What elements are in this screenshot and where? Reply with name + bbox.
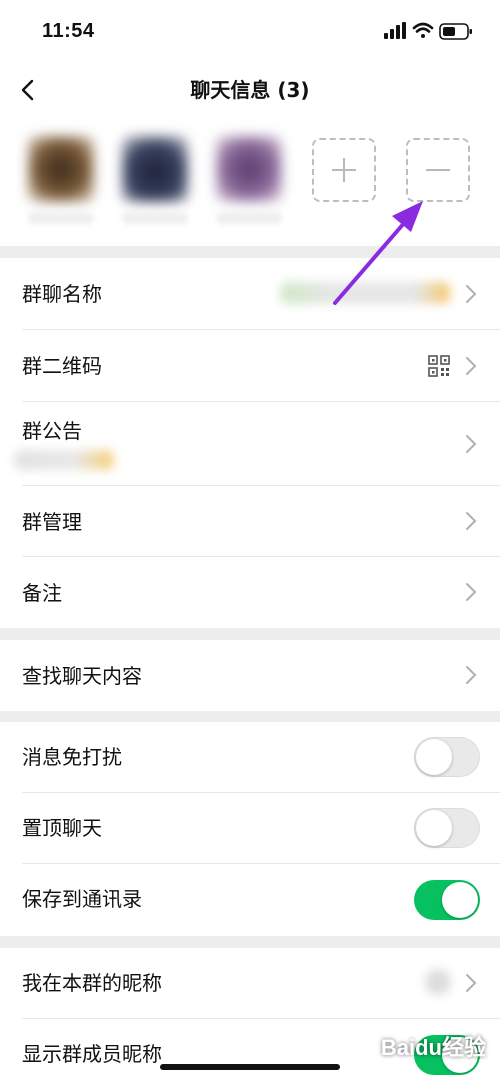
watermark-logo: Baidu经验 (380, 1035, 486, 1060)
home-indicator (160, 1064, 340, 1070)
annotation-arrow (333, 201, 423, 305)
